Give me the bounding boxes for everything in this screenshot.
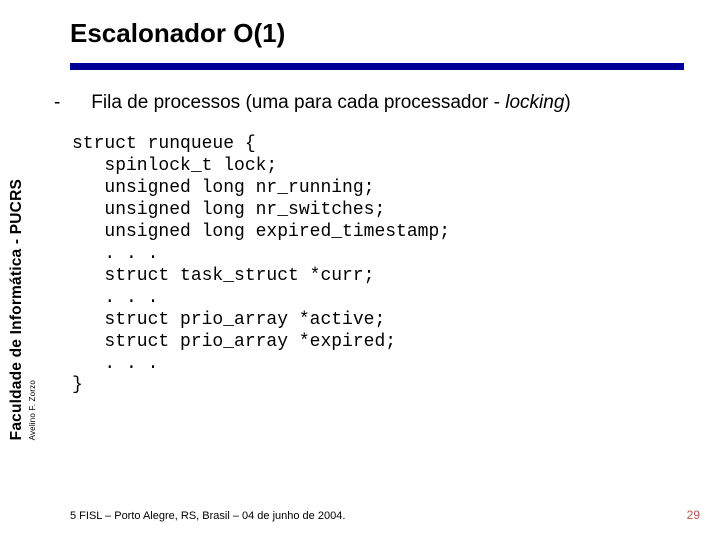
bullet-dash: - bbox=[72, 92, 86, 114]
institution-label: Faculdade de Informática - PUCRS bbox=[8, 179, 26, 440]
side-labels: Faculdade de Informática - PUCRS Avelino… bbox=[8, 160, 37, 440]
author-label: Avelino F. Zorzo bbox=[28, 380, 37, 440]
bullet-text-prefix: Fila de processos (uma para cada process… bbox=[91, 92, 505, 113]
slide: Escalonador O(1) - Fila de processos (um… bbox=[0, 0, 720, 540]
slide-title: Escalonador O(1) bbox=[70, 18, 684, 63]
page-number: 29 bbox=[687, 508, 700, 522]
bullet-text-suffix: ) bbox=[564, 92, 570, 113]
bullet-line: - Fila de processos (uma para cada proce… bbox=[70, 92, 684, 114]
bullet-text-em: locking bbox=[505, 92, 564, 113]
footer-text: 5 FISL – Porto Alegre, RS, Brasil – 04 d… bbox=[70, 510, 345, 522]
title-underline bbox=[70, 63, 684, 70]
code-block: struct runqueue { spinlock_t lock; unsig… bbox=[70, 134, 684, 397]
